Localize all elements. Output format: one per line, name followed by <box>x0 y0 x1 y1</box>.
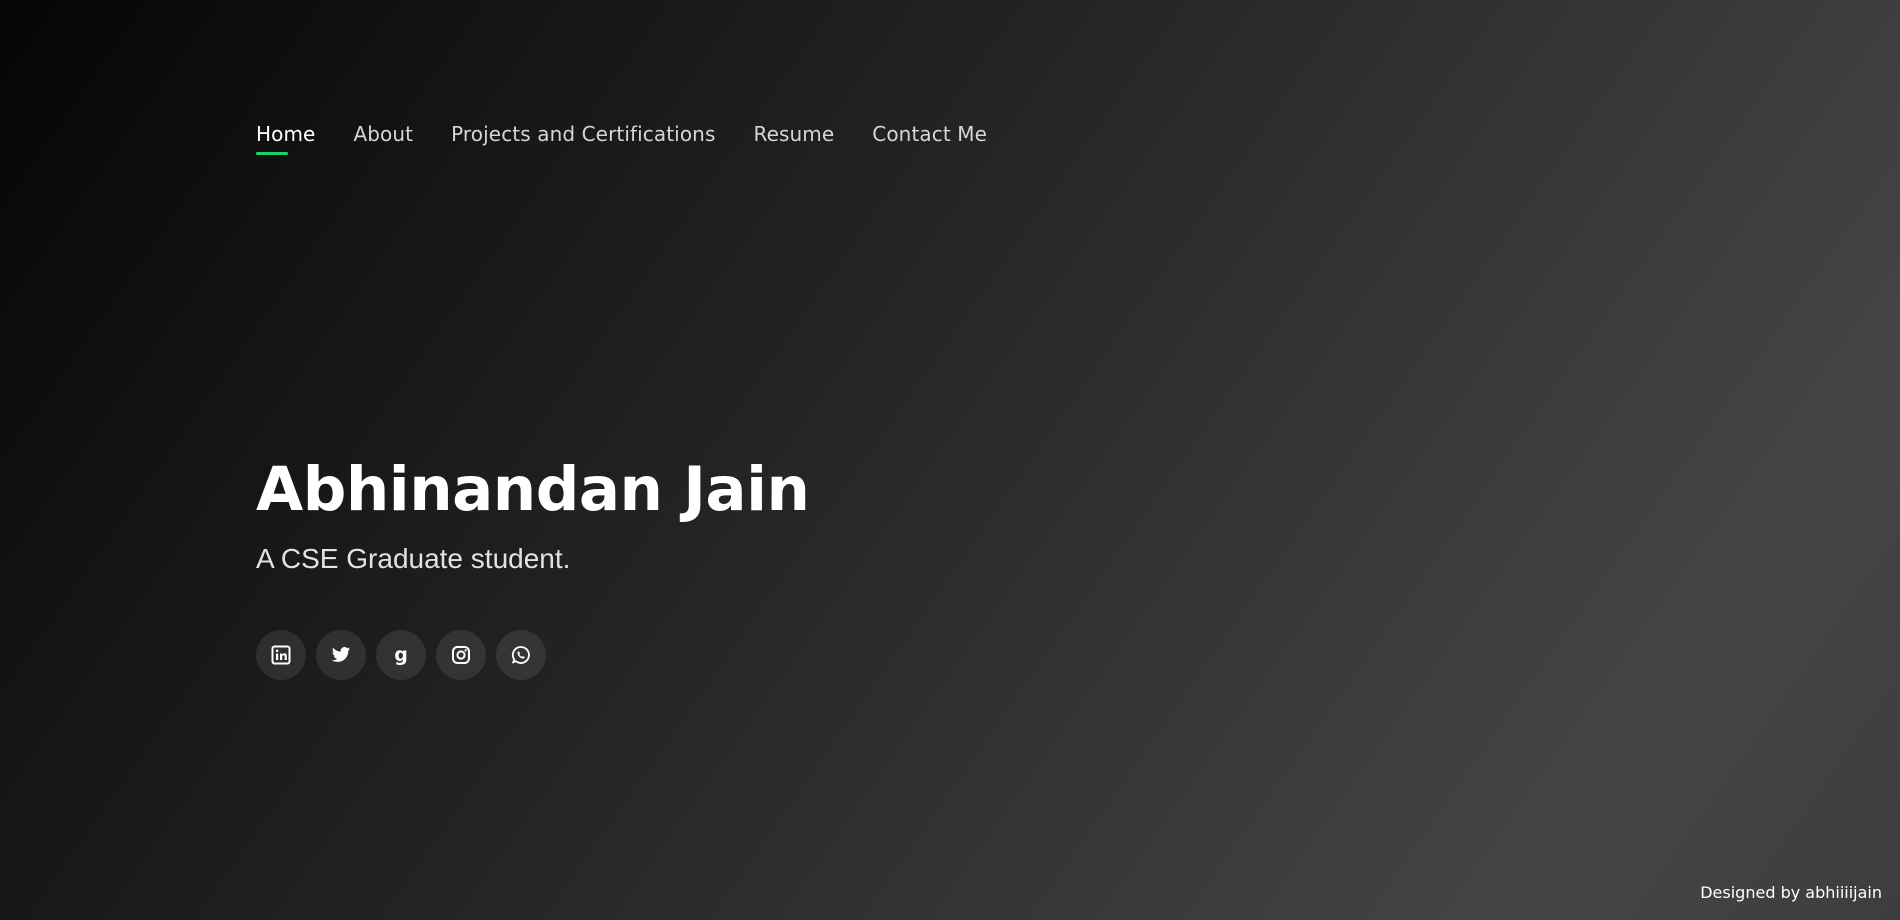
nav-projects-and-certifications[interactable]: Projects and Certifications <box>451 122 715 146</box>
instagram-button[interactable] <box>436 630 486 680</box>
nav-contact-me[interactable]: Contact Me <box>872 122 987 146</box>
linkedin-icon <box>271 645 291 665</box>
goodreads-button[interactable]: g <box>376 630 426 680</box>
twitter-icon <box>331 647 351 662</box>
hero-tagline: A CSE Graduate student. <box>256 543 571 574</box>
nav-about[interactable]: About <box>353 122 413 146</box>
hero-name: Abhinandan Jain <box>256 454 810 525</box>
social-links: g <box>256 630 546 680</box>
nav-resume[interactable]: Resume <box>753 122 834 146</box>
main-nav: Home About Projects and Certifications R… <box>256 122 987 155</box>
instagram-icon <box>452 646 470 664</box>
nav-home[interactable]: Home <box>256 122 315 155</box>
footer-credit: Designed by abhiiiijain <box>1700 883 1882 902</box>
whatsapp-button[interactable] <box>496 630 546 680</box>
linkedin-button[interactable] <box>256 630 306 680</box>
twitter-button[interactable] <box>316 630 366 680</box>
goodreads-icon: g <box>394 643 408 666</box>
whatsapp-icon <box>511 646 530 664</box>
